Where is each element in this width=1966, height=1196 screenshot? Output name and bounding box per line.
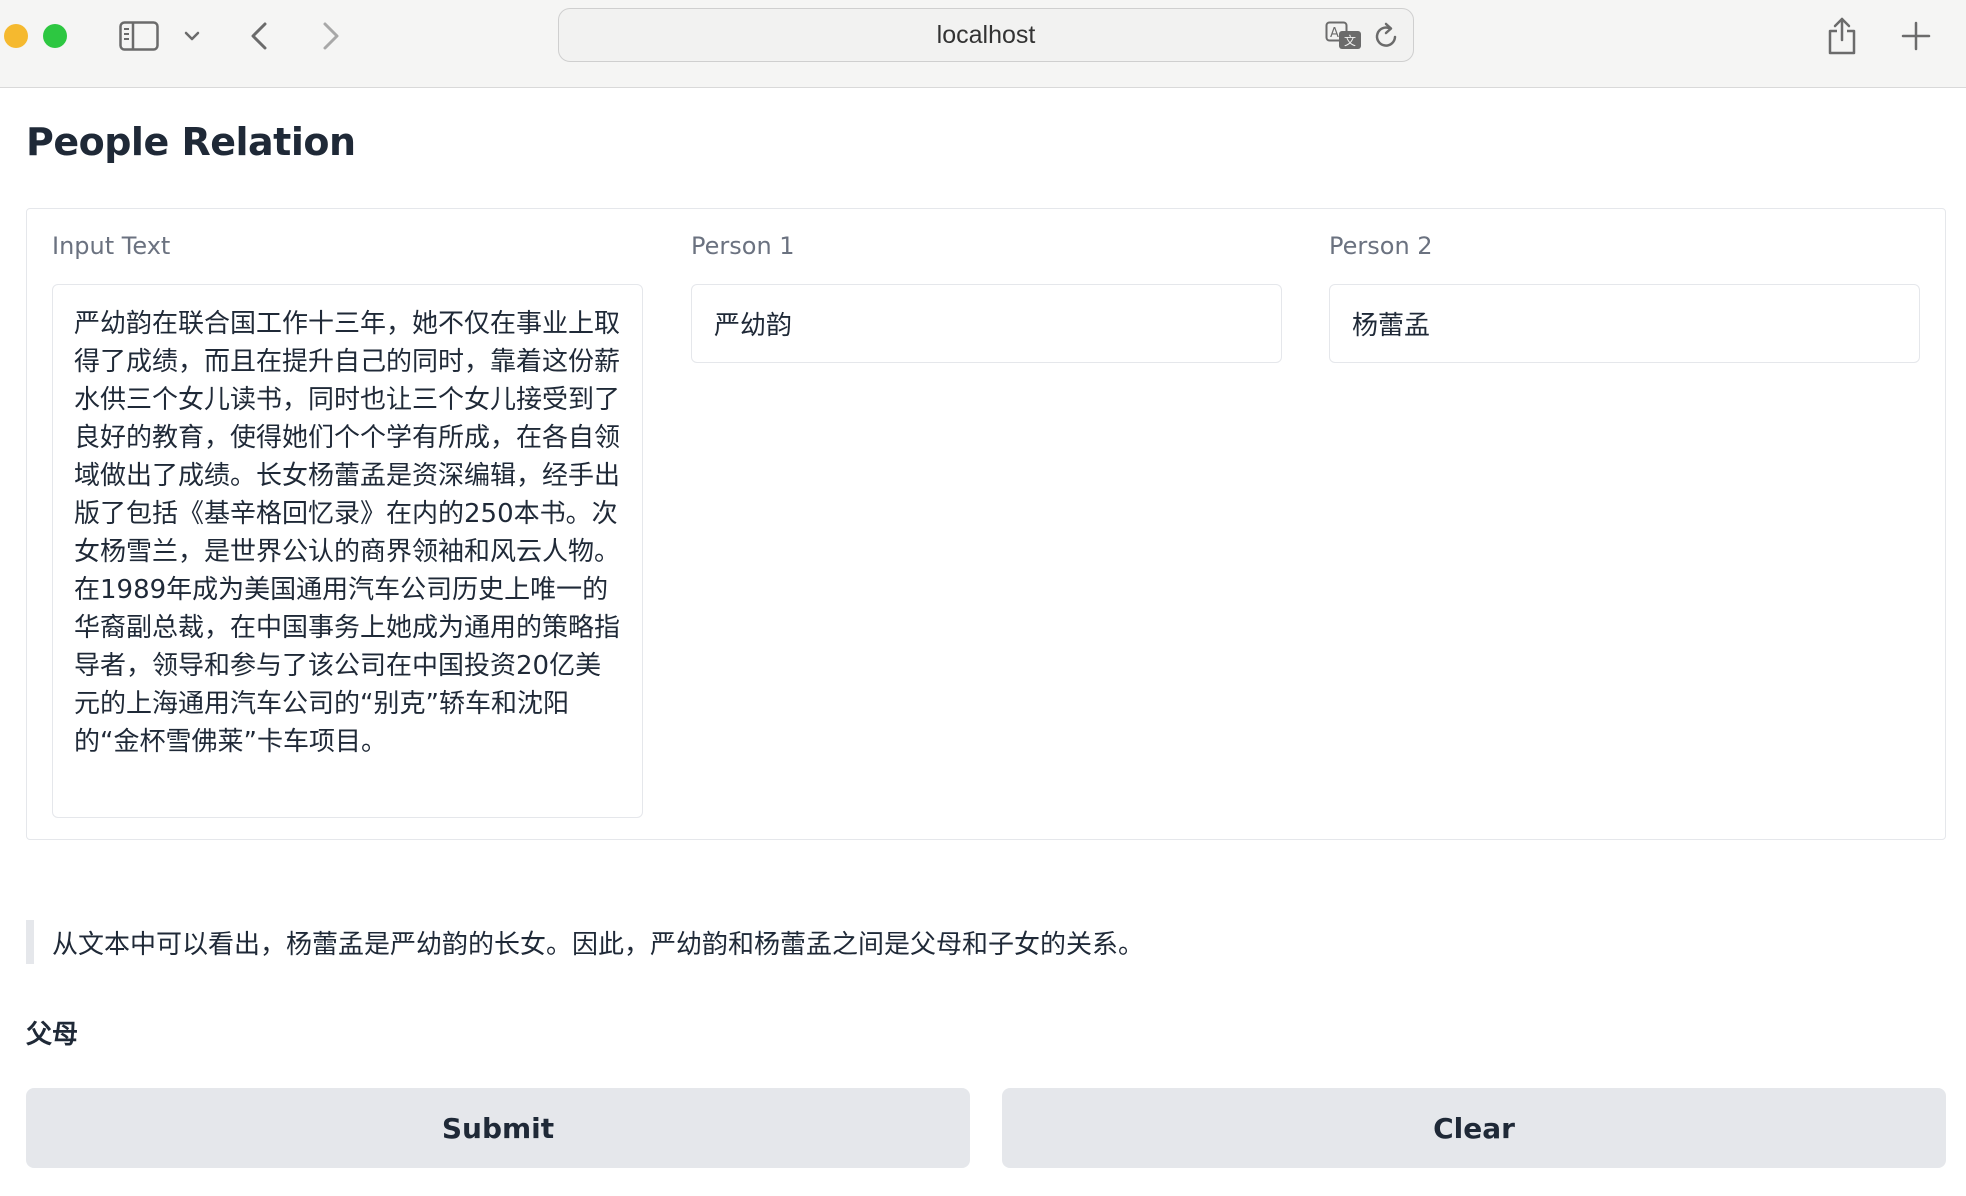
input-text-label: Input Text: [52, 232, 171, 260]
page-title: People Relation: [26, 120, 356, 164]
person2-input[interactable]: 杨蕾孟: [1329, 284, 1920, 363]
url-text: localhost: [936, 20, 1036, 49]
chevron-left-icon: [251, 22, 267, 50]
share-button[interactable]: [1822, 14, 1862, 58]
reload-icon[interactable]: [1373, 21, 1401, 51]
relation-explanation: 从文本中可以看出，杨蕾孟是严幼韵的长女。因此，严幼韵和杨蕾孟之间是父母和子女的关…: [26, 920, 1144, 964]
new-tab-button[interactable]: [1896, 14, 1936, 58]
svg-text:文: 文: [1344, 33, 1356, 48]
chevron-right-icon: [323, 22, 339, 50]
svg-text:A: A: [1330, 26, 1339, 41]
chevron-down-icon: [184, 31, 200, 41]
sidebar-dropdown-button[interactable]: [180, 14, 204, 58]
browser-toolbar: localhost A 文: [0, 0, 1966, 88]
share-icon: [1828, 17, 1856, 55]
maximize-window-button[interactable]: [43, 24, 67, 48]
submit-button[interactable]: Submit: [26, 1088, 970, 1168]
input-text-area[interactable]: 严幼韵在联合国工作十三年，她不仅在事业上取得了成绩，而且在提升自己的同时，靠着这…: [52, 284, 643, 818]
clear-button[interactable]: Clear: [1002, 1088, 1946, 1168]
forward-button[interactable]: [316, 14, 346, 58]
minimize-window-button[interactable]: [4, 24, 28, 48]
person2-label: Person 2: [1329, 232, 1433, 260]
relation-result: 父母: [26, 1020, 79, 1050]
person1-input[interactable]: 严幼韵: [691, 284, 1282, 363]
person1-label: Person 1: [691, 232, 795, 260]
back-button[interactable]: [244, 14, 274, 58]
address-bar[interactable]: localhost A 文: [558, 8, 1414, 62]
translate-icon[interactable]: A 文: [1325, 21, 1363, 51]
sidebar-icon: [119, 21, 159, 51]
sidebar-toggle-button[interactable]: [116, 14, 162, 58]
plus-icon: [1901, 21, 1931, 51]
